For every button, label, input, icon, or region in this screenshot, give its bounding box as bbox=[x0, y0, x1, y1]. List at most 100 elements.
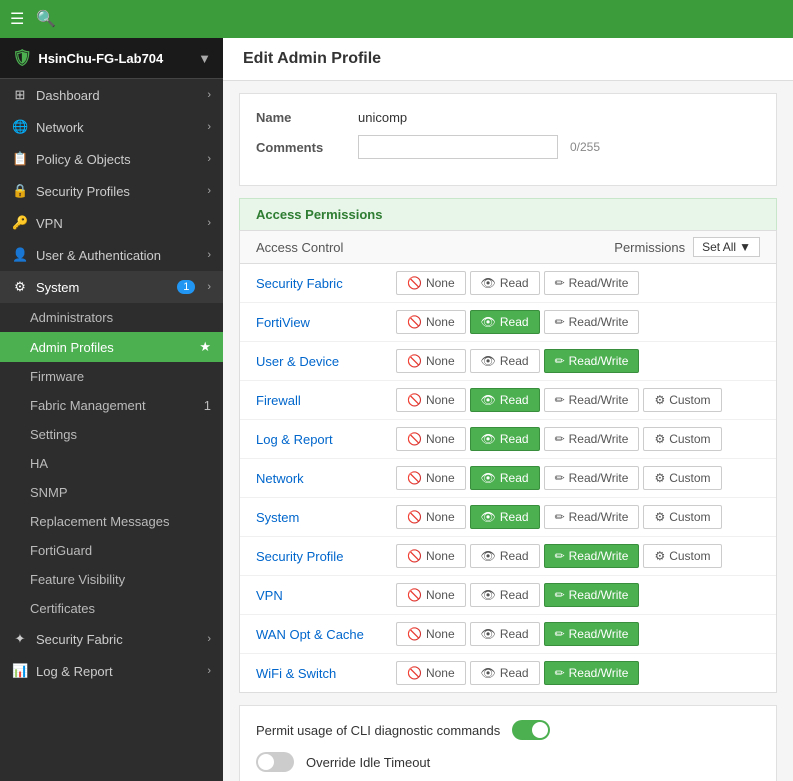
sidebar-item-policy-objects[interactable]: 📋 Policy & Objects › bbox=[0, 143, 223, 175]
btn-read-label-vpn: Read bbox=[500, 588, 529, 602]
btn-read-firewall[interactable]: 👁 Read bbox=[470, 388, 540, 412]
btn-readwrite-vpn[interactable]: ✏ Read/Write bbox=[544, 583, 640, 607]
row-label-wifi-switch[interactable]: WiFi & Switch bbox=[256, 666, 396, 681]
sidebar-header[interactable]: 🛡 HsinChu-FG-Lab704 ▼ bbox=[0, 38, 223, 79]
btn-readwrite-firewall[interactable]: ✏ Read/Write bbox=[544, 388, 640, 412]
btn-readwrite-system[interactable]: ✏ Read/Write bbox=[544, 505, 640, 529]
btn-read-label-fv: Read bbox=[500, 315, 529, 329]
sidebar-item-ha[interactable]: HA bbox=[0, 449, 223, 478]
btn-read-wan-opt[interactable]: 👁 Read bbox=[470, 622, 540, 646]
btn-readwrite-fortiview[interactable]: ✏ Read/Write bbox=[544, 310, 640, 334]
sidebar-item-settings[interactable]: Settings bbox=[0, 420, 223, 449]
row-buttons-fortiview: 🚫 None 👁 Read ✏ Read/Write bbox=[396, 310, 639, 334]
set-all-button[interactable]: Set All ▼ bbox=[693, 237, 760, 257]
sidebar-item-dashboard[interactable]: ⊞ Dashboard › bbox=[0, 79, 223, 111]
sidebar-item-replacement-messages[interactable]: Replacement Messages bbox=[0, 507, 223, 536]
vpn-icon: 🔑 bbox=[12, 215, 28, 231]
pencil-icon-wo: ✏ bbox=[555, 627, 565, 641]
sidebar-item-vpn[interactable]: 🔑 VPN › bbox=[0, 207, 223, 239]
sidebar-label-log-report: Log & Report bbox=[36, 664, 199, 679]
row-label-security-profile[interactable]: Security Profile bbox=[256, 549, 396, 564]
btn-read-network[interactable]: 👁 Read bbox=[470, 466, 540, 490]
sidebar-item-snmp[interactable]: SNMP bbox=[0, 478, 223, 507]
row-label-fortiview[interactable]: FortiView bbox=[256, 315, 396, 330]
sidebar-arrow-network: › bbox=[207, 121, 211, 133]
eye-icon-sf: 👁 bbox=[481, 276, 496, 290]
btn-read-system[interactable]: 👁 Read bbox=[470, 505, 540, 529]
btn-readwrite-wifi-switch[interactable]: ✏ Read/Write bbox=[544, 661, 640, 685]
btn-none-wifi-switch[interactable]: 🚫 None bbox=[396, 661, 466, 685]
btn-custom-security-profile[interactable]: ⚙ Custom bbox=[643, 544, 721, 568]
btn-none-system[interactable]: 🚫 None bbox=[396, 505, 466, 529]
btn-custom-firewall[interactable]: ⚙ Custom bbox=[643, 388, 721, 412]
row-label-firewall[interactable]: Firewall bbox=[256, 393, 396, 408]
btn-none-security-fabric[interactable]: 🚫 None bbox=[396, 271, 466, 295]
btn-read-vpn[interactable]: 👁 Read bbox=[470, 583, 540, 607]
btn-read-security-fabric[interactable]: 👁 Read bbox=[470, 271, 540, 295]
comments-input[interactable] bbox=[358, 135, 558, 159]
btn-none-log-report[interactable]: 🚫 None bbox=[396, 427, 466, 451]
btn-none-label-ws: None bbox=[426, 666, 455, 680]
sidebar-item-admin-profiles[interactable]: Admin Profiles ★ bbox=[0, 332, 223, 362]
sidebar-arrow-security-profiles: › bbox=[207, 185, 211, 197]
menu-icon[interactable]: ☰ bbox=[10, 9, 24, 29]
btn-readwrite-user-device[interactable]: ✏ Read/Write bbox=[544, 349, 640, 373]
row-label-wan-opt[interactable]: WAN Opt & Cache bbox=[256, 627, 396, 642]
sidebar-item-security-profiles[interactable]: 🔒 Security Profiles › bbox=[0, 175, 223, 207]
btn-none-vpn[interactable]: 🚫 None bbox=[396, 583, 466, 607]
sidebar-arrow-system: › bbox=[207, 281, 211, 293]
btn-none-firewall[interactable]: 🚫 None bbox=[396, 388, 466, 412]
sidebar-item-certificates[interactable]: Certificates bbox=[0, 594, 223, 623]
btn-none-wan-opt[interactable]: 🚫 None bbox=[396, 622, 466, 646]
row-label-network-perm[interactable]: Network bbox=[256, 471, 396, 486]
table-row-firewall: Firewall 🚫 None 👁 Read ✏ Read/Write ⚙ Cu… bbox=[240, 381, 776, 420]
btn-read-wifi-switch[interactable]: 👁 Read bbox=[470, 661, 540, 685]
cli-toggle[interactable] bbox=[512, 720, 550, 740]
btn-none-network[interactable]: 🚫 None bbox=[396, 466, 466, 490]
policy-icon: 📋 bbox=[12, 151, 28, 167]
btn-none-fortiview[interactable]: 🚫 None bbox=[396, 310, 466, 334]
row-label-vpn-perm[interactable]: VPN bbox=[256, 588, 396, 603]
btn-none-security-profile[interactable]: 🚫 None bbox=[396, 544, 466, 568]
sidebar-item-log-report[interactable]: 📊 Log & Report › bbox=[0, 655, 223, 687]
btn-readwrite-security-profile[interactable]: ✏ Read/Write bbox=[544, 544, 640, 568]
btn-read-fortiview[interactable]: 👁 Read bbox=[470, 310, 540, 334]
override-toggle[interactable] bbox=[256, 752, 294, 772]
row-label-user-device[interactable]: User & Device bbox=[256, 354, 396, 369]
sidebar-item-fortiguard[interactable]: FortiGuard bbox=[0, 536, 223, 565]
row-label-system-perm[interactable]: System bbox=[256, 510, 396, 525]
btn-read-security-profile[interactable]: 👁 Read bbox=[470, 544, 540, 568]
sidebar-item-firmware[interactable]: Firmware bbox=[0, 362, 223, 391]
search-icon[interactable]: 🔍 bbox=[36, 9, 56, 29]
sidebar-item-user-auth[interactable]: 👤 User & Authentication › bbox=[0, 239, 223, 271]
btn-custom-log-report[interactable]: ⚙ Custom bbox=[643, 427, 721, 451]
sidebar-item-network[interactable]: 🌐 Network › bbox=[0, 111, 223, 143]
gear-icon-sp: ⚙ bbox=[654, 549, 665, 563]
btn-custom-system[interactable]: ⚙ Custom bbox=[643, 505, 721, 529]
sidebar-chevron[interactable]: ▼ bbox=[198, 51, 211, 66]
sidebar-label-user-auth: User & Authentication bbox=[36, 248, 199, 263]
sidebar-item-administrators[interactable]: Administrators bbox=[0, 303, 223, 332]
sidebar-arrow-user-auth: › bbox=[207, 249, 211, 261]
row-buttons-network: 🚫 None 👁 Read ✏ Read/Write ⚙ Custom bbox=[396, 466, 722, 490]
btn-readwrite-security-fabric[interactable]: ✏ Read/Write bbox=[544, 271, 640, 295]
btn-custom-network[interactable]: ⚙ Custom bbox=[643, 466, 721, 490]
btn-read-user-device[interactable]: 👁 Read bbox=[470, 349, 540, 373]
sidebar-item-fabric-management[interactable]: Fabric Management 1 bbox=[0, 391, 223, 420]
sidebar-label-system: System bbox=[36, 280, 169, 295]
btn-read-log-report[interactable]: 👁 Read bbox=[470, 427, 540, 451]
btn-read-label-sys: Read bbox=[500, 510, 529, 524]
set-all-label: Set All bbox=[702, 240, 736, 254]
sidebar-item-system[interactable]: ⚙ System 1 › bbox=[0, 271, 223, 303]
row-label-log-report-perm[interactable]: Log & Report bbox=[256, 432, 396, 447]
btn-readwrite-log-report[interactable]: ✏ Read/Write bbox=[544, 427, 640, 451]
row-label-security-fabric[interactable]: Security Fabric bbox=[256, 276, 396, 291]
sidebar-item-feature-visibility[interactable]: Feature Visibility bbox=[0, 565, 223, 594]
table-row-user-device: User & Device 🚫 None 👁 Read ✏ Read/Write bbox=[240, 342, 776, 381]
sidebar-item-security-fabric[interactable]: ✦ Security Fabric › bbox=[0, 623, 223, 655]
ban-icon-ud: 🚫 bbox=[407, 354, 422, 368]
btn-readwrite-wan-opt[interactable]: ✏ Read/Write bbox=[544, 622, 640, 646]
btn-readwrite-network[interactable]: ✏ Read/Write bbox=[544, 466, 640, 490]
btn-none-user-device[interactable]: 🚫 None bbox=[396, 349, 466, 373]
pencil-icon-sp: ✏ bbox=[555, 549, 565, 563]
